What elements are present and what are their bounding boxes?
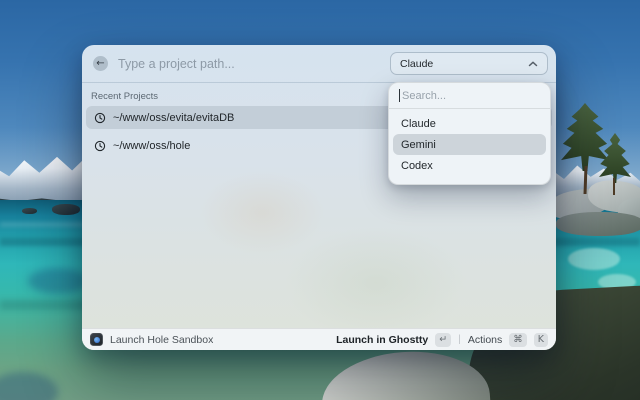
text-cursor [399, 89, 400, 102]
agent-dropdown-value: Claude [400, 57, 434, 70]
screen: ← Claude Recent Projects ~/www/oss/evita… [0, 0, 640, 400]
recent-projects-header: Recent Projects [91, 91, 159, 102]
recent-project-path: ~/www/oss/hole [113, 139, 191, 152]
clock-icon [94, 140, 106, 151]
agent-option[interactable]: Gemini [393, 134, 546, 155]
sandbox-label: Launch Hole Sandbox [110, 333, 214, 346]
chevron-up-icon [528, 61, 538, 66]
wallpaper-shore-rock [22, 208, 37, 214]
k-key-badge: K [533, 332, 548, 347]
dropdown-search-row [389, 83, 550, 108]
agent-option[interactable]: Claude [393, 113, 546, 134]
footer-divider: | [458, 334, 461, 345]
wallpaper-granite-rock [556, 212, 640, 236]
launcher-footer: Launch Hole Sandbox Launch in Ghostty ↵ … [82, 328, 556, 350]
actions-button[interactable]: Actions [468, 334, 502, 346]
clock-icon [94, 112, 106, 123]
dropdown-options: Claude Gemini Codex [389, 109, 550, 182]
return-key-badge: ↵ [435, 332, 452, 347]
command-key-badge: ⌘ [509, 332, 527, 347]
launcher-topbar: ← Claude [82, 45, 556, 83]
launch-in-ghostty-button[interactable]: Launch in Ghostty [336, 334, 428, 346]
dropdown-search-input[interactable] [400, 89, 539, 102]
sandbox-app-icon [90, 333, 103, 346]
agent-dropdown-menu: Claude Gemini Codex [388, 82, 551, 185]
project-path-input[interactable] [116, 55, 390, 72]
footer-actions: Launch in Ghostty ↵ | Actions ⌘ K [336, 332, 548, 347]
back-arrow-icon: ← [96, 57, 105, 69]
footer-app-info: Launch Hole Sandbox [90, 333, 336, 346]
agent-dropdown-button[interactable]: Claude [390, 52, 548, 75]
back-button[interactable]: ← [93, 56, 108, 71]
agent-option[interactable]: Codex [393, 155, 546, 176]
recent-project-path: ~/www/oss/evita/evitaDB [113, 111, 235, 124]
wallpaper-shore-rock [52, 204, 80, 215]
